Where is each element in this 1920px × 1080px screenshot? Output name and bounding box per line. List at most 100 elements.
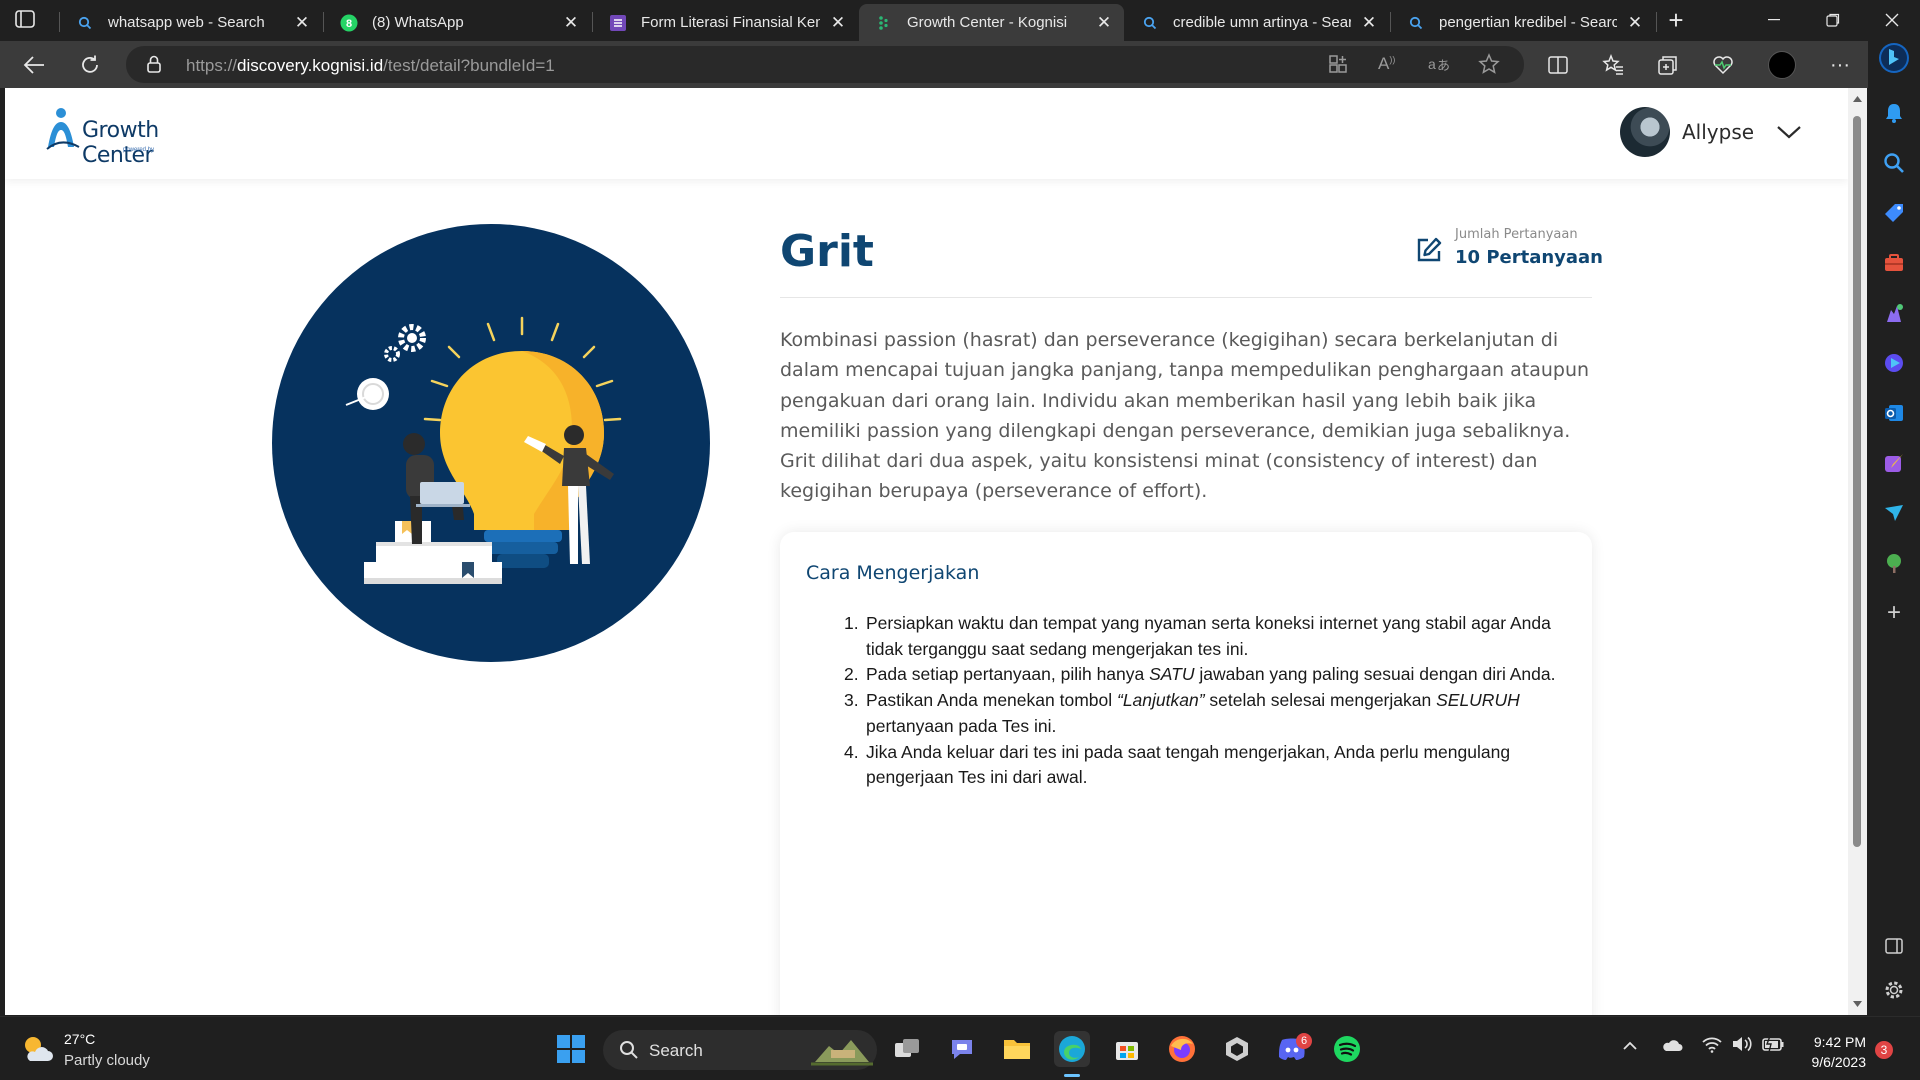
edge-browser-icon[interactable]: [1054, 1031, 1090, 1067]
growth-center-logo[interactable]: Growth Center powered by: [45, 105, 225, 168]
microsoft-store-icon[interactable]: [1109, 1031, 1145, 1067]
taskbar-search[interactable]: Search: [603, 1030, 877, 1070]
chevron-down-icon[interactable]: [1776, 124, 1802, 140]
battery-icon[interactable]: [1761, 1035, 1785, 1058]
browser-essentials-icon[interactable]: [1709, 51, 1737, 79]
question-count-label: Jumlah Pertanyaan: [1455, 227, 1578, 242]
add-sidebar-app-icon[interactable]: +: [1882, 599, 1906, 626]
tab-label: Form Literasi Finansial Kema: [641, 14, 820, 31]
logo-subtext: powered by: [123, 147, 155, 153]
onedrive-cloud-icon[interactable]: [1661, 1037, 1683, 1058]
collections-icon[interactable]: [1654, 51, 1682, 79]
designer-icon[interactable]: [1882, 451, 1906, 475]
shopping-tag-icon[interactable]: [1882, 201, 1906, 225]
question-count: Jumlah Pertanyaan 10 Pertanyaan: [1415, 224, 1603, 274]
unity-icon[interactable]: [1219, 1031, 1255, 1067]
logo-text: Growth Center: [82, 118, 159, 168]
tab-whatsapp-web-search[interactable]: whatsapp web - Search ✕: [60, 4, 322, 41]
forms-icon: [609, 14, 627, 32]
tools-briefcase-icon[interactable]: [1882, 251, 1906, 275]
weather-description[interactable]: Partly cloudy: [64, 1052, 150, 1069]
list-item: 2. Pada setiap pertanyaan, pilih hanya SA…: [844, 664, 1556, 685]
grit-illustration: [272, 224, 710, 662]
tab-credible-search[interactable]: credible umn artinya - Searc ✕: [1125, 4, 1389, 41]
settings-gear-icon[interactable]: [1882, 978, 1906, 1002]
tab-label: pengertian kredibel - Search: [1439, 14, 1617, 31]
search-icon: [1407, 14, 1425, 32]
close-tab-icon[interactable]: ✕: [1625, 13, 1645, 33]
search-icon: [76, 14, 94, 32]
close-tab-icon[interactable]: ✕: [561, 13, 581, 33]
teams-chat-icon[interactable]: [944, 1031, 980, 1067]
start-button[interactable]: [553, 1031, 589, 1067]
tab-label: credible umn artinya - Searc: [1173, 14, 1351, 31]
notifications-icon[interactable]: [1882, 101, 1906, 125]
refresh-button[interactable]: [76, 51, 104, 79]
send-icon[interactable]: [1882, 501, 1906, 525]
volume-icon[interactable]: [1731, 1035, 1753, 1058]
restore-button[interactable]: [1805, 0, 1861, 40]
tab-label: Growth Center - Kognisi: [907, 14, 1068, 31]
lock-icon[interactable]: [146, 55, 162, 78]
tree-icon[interactable]: [1882, 551, 1906, 575]
hide-sidebar-icon[interactable]: [1882, 934, 1906, 958]
edge-sidebar: +: [1868, 41, 1920, 1015]
show-hidden-icons-chevron[interactable]: [1622, 1039, 1638, 1057]
firefox-icon[interactable]: [1164, 1031, 1200, 1067]
copilot-icon[interactable]: [1877, 41, 1911, 75]
tab-whatsapp[interactable]: 8 (8) WhatsApp ✕: [324, 4, 591, 41]
favorite-star-icon[interactable]: [1478, 53, 1500, 80]
test-description: Kombinasi passion (hasrat) dan persevera…: [780, 329, 1590, 503]
system-clock[interactable]: 9:42 PM 9/6/2023: [1796, 1032, 1867, 1072]
windows-taskbar: 27°C Partly cloudy Search 6 9:42 PM 9/6/…: [0, 1016, 1920, 1080]
wifi-icon[interactable]: [1701, 1035, 1723, 1058]
title-divider: [780, 297, 1592, 298]
copilot-play-icon[interactable]: [1882, 351, 1906, 375]
user-name: Allypse: [1682, 120, 1755, 144]
close-tab-icon[interactable]: ✕: [828, 13, 848, 33]
list-item: 4. Jika Anda keluar dari tes ini pada saa…: [844, 741, 1511, 788]
search-label: Search: [649, 1041, 703, 1060]
tab-actions-icon[interactable]: [14, 9, 38, 31]
app-available-icon[interactable]: [1328, 54, 1348, 79]
task-view-icon[interactable]: [889, 1031, 925, 1067]
games-icon[interactable]: [1882, 301, 1906, 325]
weather-partly-cloudy-icon[interactable]: [20, 1033, 54, 1070]
scrollbar-thumb[interactable]: [1853, 116, 1861, 847]
spotify-icon[interactable]: [1329, 1031, 1365, 1067]
tab-strip: whatsapp web - Search ✕ 8 (8) WhatsApp ✕…: [0, 0, 1920, 41]
tab-kredibel-search[interactable]: pengertian kredibel - Search ✕: [1391, 4, 1655, 41]
tab-label: (8) WhatsApp: [372, 14, 464, 31]
tab-growth-center[interactable]: Growth Center - Kognisi ✕: [859, 4, 1124, 41]
favorites-icon[interactable]: [1599, 51, 1627, 79]
new-tab-button[interactable]: +: [1663, 7, 1689, 34]
close-tab-icon[interactable]: ✕: [1094, 13, 1114, 33]
discord-badge: 6: [1296, 1033, 1312, 1049]
notification-count-badge[interactable]: 3: [1875, 1041, 1893, 1059]
outlook-icon[interactable]: [1882, 401, 1906, 425]
close-window-button[interactable]: [1864, 0, 1920, 40]
address-bar[interactable]: https://discovery.kognisi.id/test/detail…: [126, 46, 1524, 83]
whatsapp-badge: 8: [346, 18, 352, 30]
more-options-icon[interactable]: ···: [1826, 51, 1854, 79]
weather-temperature[interactable]: 27°C: [64, 1031, 95, 1047]
file-explorer-icon[interactable]: [999, 1031, 1035, 1067]
close-tab-icon[interactable]: ✕: [292, 13, 312, 33]
translate-icon[interactable]: aあ: [1428, 54, 1450, 79]
search-sidebar-icon[interactable]: [1882, 151, 1906, 175]
clock-date: 9/6/2023: [1811, 1054, 1867, 1070]
active-app-indicator: [1064, 1074, 1080, 1077]
close-tab-icon[interactable]: ✕: [1359, 13, 1379, 33]
read-aloud-icon[interactable]: A)): [1378, 54, 1395, 74]
profile-avatar-icon[interactable]: [1768, 51, 1796, 79]
split-screen-icon[interactable]: [1544, 51, 1572, 79]
tab-form-literasi[interactable]: Form Literasi Finansial Kema ✕: [593, 4, 858, 41]
minimize-button[interactable]: [1746, 0, 1802, 40]
user-menu[interactable]: Allypse: [1620, 107, 1802, 157]
url-text: https://discovery.kognisi.id/test/detail…: [186, 56, 555, 75]
back-button[interactable]: [20, 51, 48, 79]
avatar[interactable]: [1620, 107, 1670, 157]
svg-text:あ: あ: [1437, 59, 1450, 74]
svg-text:a: a: [1428, 56, 1436, 72]
instructions-list: 1. Persiapkan waktu dan tempat yang nyama…: [844, 611, 1580, 791]
